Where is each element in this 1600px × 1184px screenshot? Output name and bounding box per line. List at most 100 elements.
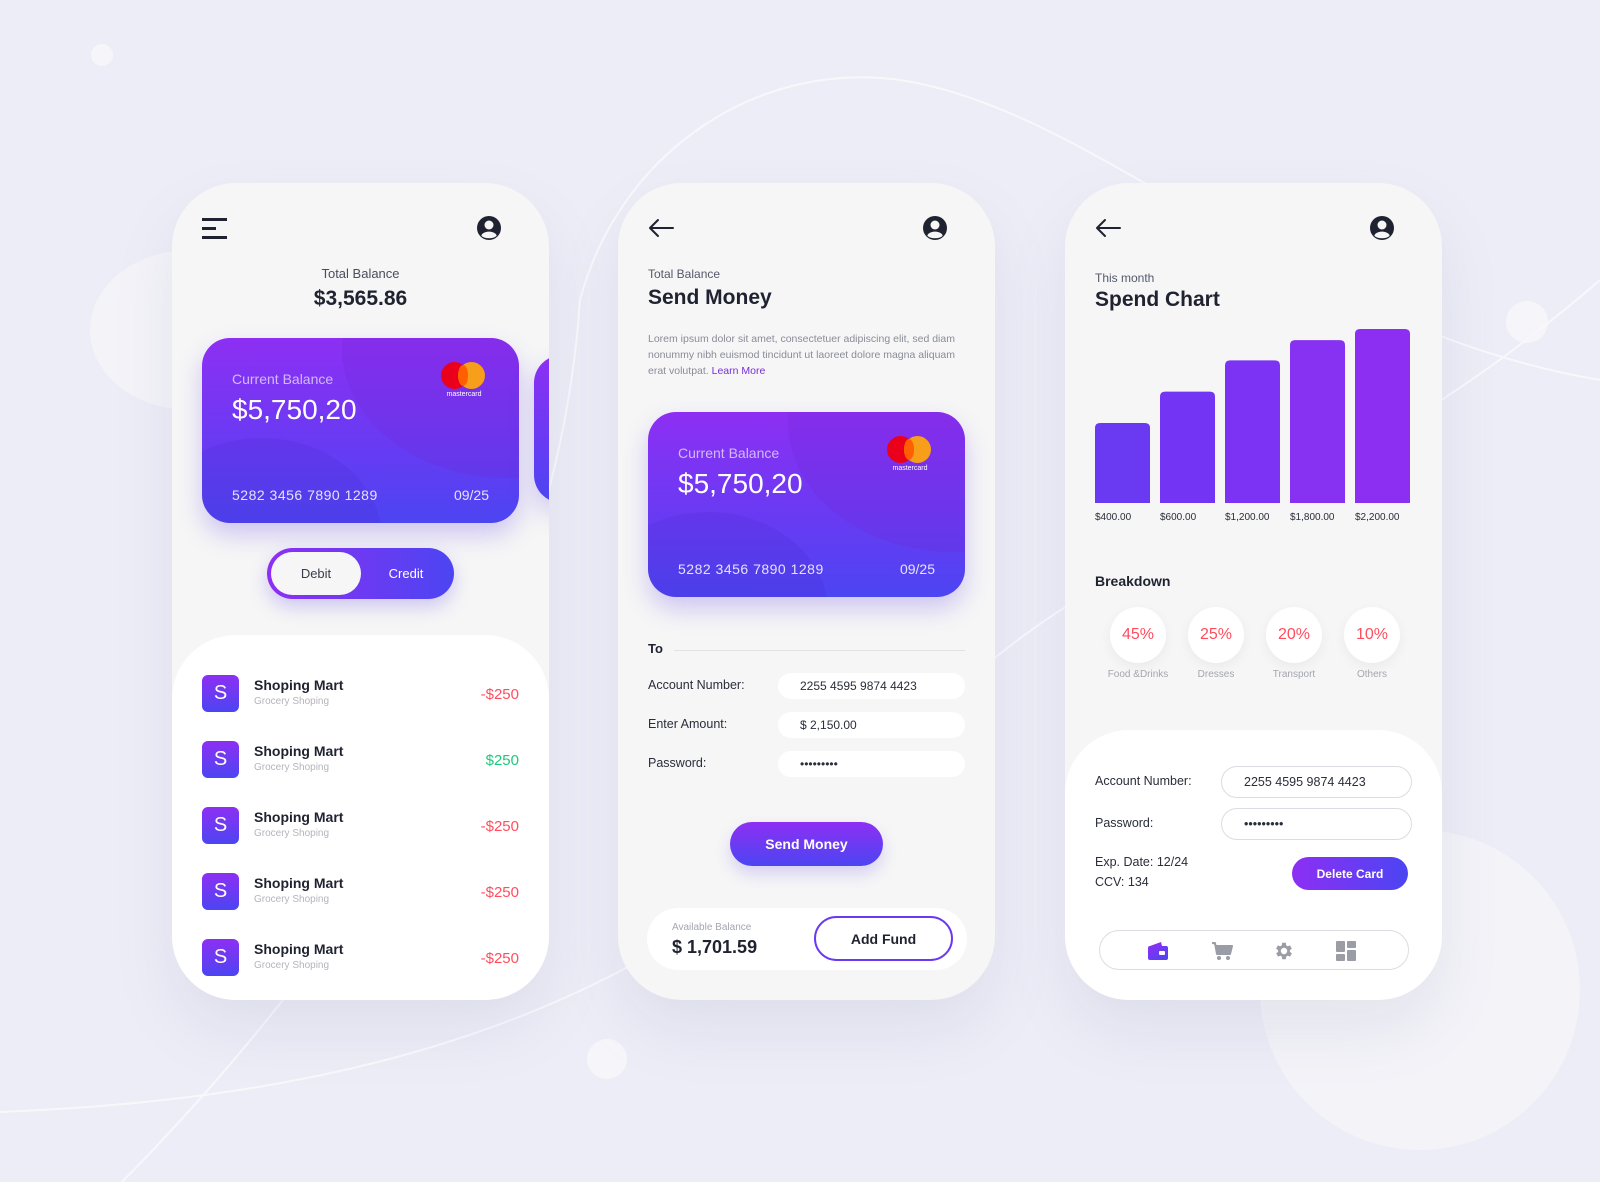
amount-label: Enter Amount:: [648, 717, 728, 731]
credit-card[interactable]: Current Balance $5,750,20 mastercard 528…: [648, 412, 965, 597]
chart-x-label: $1,200.00: [1225, 512, 1270, 523]
bottom-nav: [1099, 930, 1409, 970]
breakdown-item-dresses[interactable]: 25% Dresses: [1181, 607, 1251, 680]
user-circle-icon[interactable]: [920, 213, 950, 243]
card-balance-label: Current Balance: [678, 445, 780, 461]
divider: [674, 650, 965, 651]
account-number-label: Account Number:: [648, 678, 745, 692]
transaction-amount: -$250: [480, 884, 519, 901]
transaction-amount: -$250: [480, 950, 519, 967]
available-balance-bar: Available Balance $ 1,701.59 Add Fund: [647, 908, 967, 970]
breakdown-percent: 20%: [1266, 607, 1322, 663]
chart-bar[interactable]: [1290, 340, 1345, 503]
chart-bar[interactable]: [1225, 360, 1280, 503]
transaction-amount: -$250: [480, 818, 519, 835]
delete-card-button[interactable]: Delete Card: [1292, 857, 1408, 890]
page-title: Send Money: [648, 286, 772, 309]
transaction-name: Shoping Mart: [254, 743, 344, 759]
card-balance-value: $5,750,20: [232, 394, 357, 425]
chart-bar[interactable]: [1160, 391, 1215, 503]
wallet-icon[interactable]: [1146, 939, 1170, 963]
total-balance-value: $3,565.86: [313, 287, 408, 310]
card-info: Exp. Date: 12/24 CCV: 134: [1095, 852, 1188, 892]
list-item[interactable]: S Shoping Mart Grocery Shoping $250: [202, 741, 519, 781]
breakdown-label: Transport: [1272, 669, 1316, 680]
card-expiry: 09/25: [453, 487, 489, 503]
send-money-button[interactable]: Send Money: [730, 822, 883, 866]
toggle-debit[interactable]: Debit: [271, 552, 361, 595]
exp-date: Exp. Date: 12/24: [1095, 855, 1189, 869]
breakdown-item-food[interactable]: 45% Food &Drinks: [1103, 607, 1173, 680]
chart-x-label: $600.00: [1160, 512, 1197, 523]
breakdown-percent: 45%: [1110, 607, 1166, 663]
chart-bar[interactable]: [1095, 423, 1150, 503]
card-brand: mastercard: [892, 465, 928, 472]
account-number-row: Account Number:: [1095, 766, 1412, 798]
toggle-credit[interactable]: Credit: [363, 552, 449, 595]
arrow-left-icon[interactable]: [646, 213, 676, 243]
mastercard-logo-icon: mastercard: [441, 362, 489, 400]
password-input[interactable]: [778, 751, 965, 777]
password-label: Password:: [648, 756, 707, 770]
list-item[interactable]: S Shoping Mart Grocery Shoping -$250: [202, 939, 519, 979]
learn-more-link[interactable]: Learn More: [712, 365, 766, 377]
user-circle-icon[interactable]: [1367, 213, 1397, 243]
password-row: Password:: [1095, 808, 1412, 840]
avatar: S: [202, 675, 239, 712]
next-card-peek[interactable]: [534, 355, 549, 503]
breakdown-title: Breakdown: [1095, 573, 1171, 589]
total-balance-label: Total Balance: [648, 267, 721, 281]
account-number-input[interactable]: [778, 673, 965, 699]
user-circle-icon[interactable]: [474, 213, 504, 243]
breakdown-item-transport[interactable]: 20% Transport: [1259, 607, 1329, 680]
transaction-amount: -$250: [480, 686, 519, 703]
transaction-name: Shoping Mart: [254, 875, 344, 891]
hamburger-menu-icon[interactable]: [200, 213, 230, 243]
arrow-left-icon[interactable]: [1093, 213, 1123, 243]
breakdown-label: Dresses: [1197, 669, 1235, 680]
transaction-category: Grocery Shoping: [254, 762, 330, 773]
card-decoration: [788, 412, 965, 552]
amount-input[interactable]: [778, 712, 965, 738]
card-decoration: [342, 338, 519, 478]
breakdown-label: Food &Drinks: [1107, 669, 1169, 680]
account-number-row: Account Number:: [648, 673, 965, 699]
transaction-name: Shoping Mart: [254, 677, 344, 693]
available-balance-label: Available Balance: [672, 922, 752, 933]
list-item[interactable]: S Shoping Mart Grocery Shoping -$250: [202, 675, 519, 715]
chart-title: Spend Chart: [1095, 288, 1220, 311]
chart-x-label: $2,200.00: [1355, 512, 1400, 523]
credit-card[interactable]: Current Balance $5,750,20 mastercard 528…: [202, 338, 519, 523]
breakdown-item-others[interactable]: 10% Others: [1337, 607, 1407, 680]
breakdown-percent: 25%: [1188, 607, 1244, 663]
ccv: CCV: 134: [1095, 875, 1149, 889]
debit-credit-toggle[interactable]: Debit Credit: [267, 548, 454, 599]
list-item[interactable]: S Shoping Mart Grocery Shoping -$250: [202, 807, 519, 847]
chart-bar[interactable]: [1355, 329, 1410, 503]
list-item[interactable]: S Shoping Mart Grocery Shoping -$250: [202, 873, 519, 913]
card-balance-value: $5,750,20: [678, 468, 803, 499]
chart-x-label: $1,800.00: [1290, 512, 1335, 523]
chart-subtitle: This month: [1095, 271, 1155, 285]
account-number-input[interactable]: [1221, 766, 1412, 798]
gear-icon[interactable]: [1272, 939, 1296, 963]
dashboard-icon[interactable]: [1334, 939, 1358, 963]
transaction-category: Grocery Shoping: [254, 696, 330, 707]
card-brand: mastercard: [446, 391, 482, 398]
breakdown-percent: 10%: [1344, 607, 1400, 663]
cart-icon[interactable]: [1210, 939, 1234, 963]
transaction-amount: $250: [485, 752, 519, 769]
card-decoration: [648, 512, 828, 597]
transaction-list: S Shoping Mart Grocery Shoping -$250 S S…: [172, 635, 549, 1000]
password-label: Password:: [1095, 816, 1154, 830]
password-row: Password:: [648, 751, 965, 777]
transaction-category: Grocery Shoping: [254, 828, 330, 839]
add-fund-button[interactable]: Add Fund: [814, 916, 953, 961]
card-number: 5282 3456 7890 1289: [678, 561, 824, 577]
card-expiry: 09/25: [899, 561, 935, 577]
avatar: S: [202, 939, 239, 976]
card-balance-label: Current Balance: [232, 371, 334, 387]
avatar: S: [202, 873, 239, 910]
password-input[interactable]: [1221, 808, 1412, 840]
transaction-category: Grocery Shoping: [254, 960, 330, 971]
